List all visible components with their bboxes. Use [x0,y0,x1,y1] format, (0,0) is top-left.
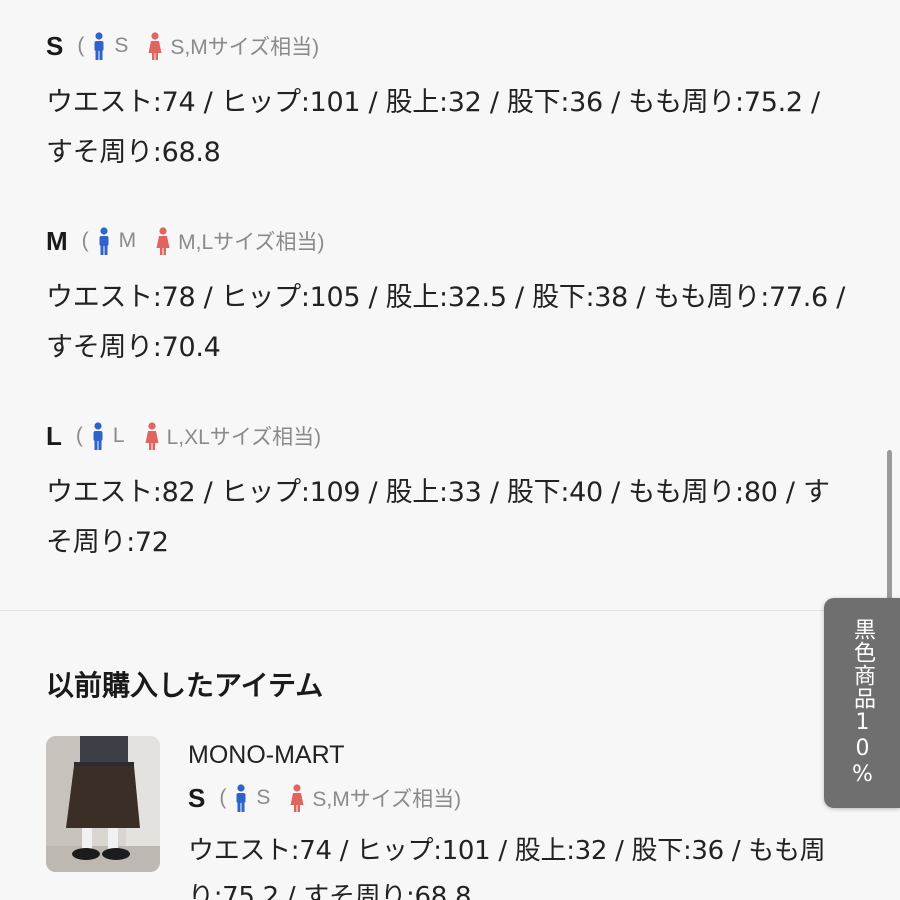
men-size: L [112,424,125,447]
women-size: S,Mサイズ相当) [170,36,320,59]
size-equivalent: ( S S,Mサイズ相当) [77,31,319,61]
size-block-m: M ( M M,Lサイズ相当) ウエスト:78 / ヒップ:105 / 股上:3… [46,221,846,373]
female-person-icon [290,784,304,812]
size-header: M ( M M,Lサイズ相当) [46,221,846,261]
size-label: S [188,782,206,813]
size-label: S [46,30,64,61]
men-size: M [118,229,137,252]
male-person-icon [97,227,111,255]
brand-name: MONO-MART [188,741,345,769]
paren-open: ( [81,229,89,252]
female-person-icon [145,422,159,450]
size-header: L ( L L,XLサイズ相当) [46,416,846,456]
size-header: S ( S S,Mサイズ相当) [46,26,846,66]
item-info: MONO-MART S ( S S,Mサイズ相当) ウエスト:74 / ヒップ:… [188,736,838,900]
paren-open: ( [77,34,85,57]
promo-text: 黒色商品10% [850,618,875,788]
size-equivalent: ( L L,XLサイズ相当) [76,421,321,451]
size-block-s: S ( S S,Mサイズ相当) ウエスト:74 / ヒップ:101 / 股上:3… [46,26,846,178]
measurements-text: ウエスト:82 / ヒップ:109 / 股上:33 / 股下:40 / もも周り… [46,477,830,558]
men-size: S [114,34,129,57]
women-size: L,XLサイズ相当) [166,426,322,449]
previous-items-title: 以前購入したアイテム [46,669,324,702]
section-divider [0,610,900,611]
size-equivalent: ( S S,Mサイズ相当) [219,783,461,813]
male-person-icon [234,784,248,812]
size-block-l: L ( L L,XLサイズ相当) ウエスト:82 / ヒップ:109 / 股上:… [46,416,846,568]
product-thumbnail[interactable] [46,736,160,872]
men-size: S [256,786,271,809]
promo-tab[interactable]: 黒色商品10% [824,598,900,808]
measurements-text: ウエスト:78 / ヒップ:105 / 股上:32.5 / 股下:38 / もも… [46,282,845,363]
size-header: S ( S S,Mサイズ相当) [188,774,838,822]
page: S ( S S,Mサイズ相当) ウエスト:74 / ヒップ:101 / 股上:3… [0,0,900,900]
size-equivalent: ( M M,Lサイズ相当) [82,226,325,256]
male-person-icon [91,422,105,450]
female-person-icon [148,32,162,60]
size-label: M [46,225,68,256]
measurements-text: ウエスト:74 / ヒップ:101 / 股上:32 / 股下:36 / もも周り… [46,87,820,168]
size-label: L [46,420,62,451]
paren-open: ( [75,424,83,447]
female-person-icon [156,227,170,255]
measurements-text: ウエスト:74 / ヒップ:101 / 股上:32 / 股下:36 / もも周り… [188,836,826,900]
paren-open: ( [219,786,227,809]
women-size: M,Lサイズ相当) [178,231,325,254]
male-person-icon [92,32,106,60]
women-size: S,Mサイズ相当) [312,788,462,811]
